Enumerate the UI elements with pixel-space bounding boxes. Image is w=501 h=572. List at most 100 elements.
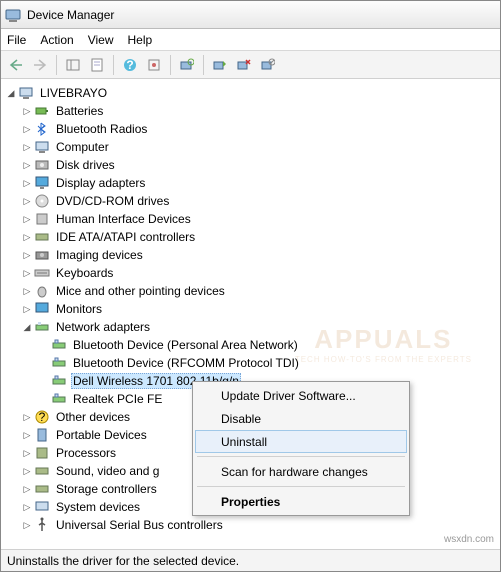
computer-icon — [18, 85, 34, 101]
tree-category-label: Universal Serial Bus controllers — [54, 518, 225, 532]
tree-category-label: IDE ATA/ATAPI controllers — [54, 230, 197, 244]
forward-button[interactable] — [29, 54, 51, 76]
tree-category[interactable]: ▷ Batteries — [3, 102, 498, 120]
menu-file[interactable]: File — [7, 33, 26, 47]
toolbar-separator — [56, 55, 57, 75]
tree-category-label: Display adapters — [54, 176, 147, 190]
action-button[interactable] — [143, 54, 165, 76]
tree-category-label: Keyboards — [54, 266, 115, 280]
menu-item-label: Uninstall — [221, 435, 267, 449]
menu-item-label: Properties — [221, 495, 280, 509]
expand-icon[interactable]: ▷ — [21, 501, 33, 513]
tree-category-label: Computer — [54, 140, 111, 154]
tree-category[interactable]: ▷ Imaging devices — [3, 246, 498, 264]
menu-item-label: Scan for hardware changes — [221, 465, 368, 479]
category-icon — [34, 283, 50, 299]
category-icon — [34, 301, 50, 317]
titlebar: Device Manager — [1, 1, 500, 29]
expand-icon[interactable]: ▷ — [21, 159, 33, 171]
menubar: File Action View Help — [1, 29, 500, 51]
toolbar-separator — [203, 55, 204, 75]
disable-button[interactable] — [257, 54, 279, 76]
expand-icon[interactable]: ▷ — [21, 465, 33, 477]
menu-disable[interactable]: Disable — [195, 407, 407, 430]
statusbar: Uninstalls the driver for the selected d… — [1, 549, 500, 571]
tree-category[interactable]: ▷ Universal Serial Bus controllers — [3, 516, 498, 534]
tree-category[interactable]: ▷ Computer — [3, 138, 498, 156]
expand-icon[interactable]: ▷ — [21, 303, 33, 315]
tree-root[interactable]: ◢ LIVEBRAYO — [3, 84, 498, 102]
back-button[interactable] — [5, 54, 27, 76]
expand-icon[interactable]: ▷ — [21, 231, 33, 243]
menu-view[interactable]: View — [88, 33, 114, 47]
collapse-icon[interactable]: ◢ — [21, 321, 33, 333]
category-icon: ? — [34, 409, 50, 425]
svg-text:?: ? — [39, 410, 46, 424]
tree-category[interactable]: ▷ Keyboards — [3, 264, 498, 282]
tree-category-label: Imaging devices — [54, 248, 145, 262]
menu-update-driver[interactable]: Update Driver Software... — [195, 384, 407, 407]
category-icon — [34, 247, 50, 263]
category-icon — [34, 229, 50, 245]
window-title: Device Manager — [27, 8, 496, 22]
tree-device-label: Bluetooth Device (Personal Area Network) — [71, 338, 300, 352]
scan-hardware-button[interactable] — [176, 54, 198, 76]
tree-category-label: Other devices — [54, 410, 132, 424]
tree-category[interactable]: ▷ DVD/CD-ROM drives — [3, 192, 498, 210]
expand-icon[interactable]: ▷ — [21, 249, 33, 261]
toolbar: ? — [1, 51, 500, 79]
expand-icon[interactable]: ▷ — [21, 429, 33, 441]
tree-device[interactable]: Bluetooth Device (Personal Area Network) — [3, 336, 498, 354]
tree-device-label: Realtek PCIe FE — [71, 392, 164, 406]
tree-category[interactable]: ▷ Display adapters — [3, 174, 498, 192]
expand-icon[interactable]: ▷ — [21, 483, 33, 495]
show-hide-tree-button[interactable] — [62, 54, 84, 76]
tree-category-label: Batteries — [54, 104, 105, 118]
tree-category[interactable]: ◢ Network adapters — [3, 318, 498, 336]
category-icon — [34, 139, 50, 155]
tree-root-label: LIVEBRAYO — [38, 86, 109, 100]
expand-icon[interactable]: ▷ — [21, 411, 33, 423]
expand-icon[interactable]: ▷ — [21, 447, 33, 459]
category-icon — [34, 193, 50, 209]
expand-icon[interactable]: ▷ — [21, 123, 33, 135]
tree-category[interactable]: ▷ Bluetooth Radios — [3, 120, 498, 138]
expand-icon[interactable]: ▷ — [21, 105, 33, 117]
tree-category[interactable]: ▷ Disk drives — [3, 156, 498, 174]
category-icon — [34, 103, 50, 119]
expand-icon[interactable]: ▷ — [21, 195, 33, 207]
collapse-icon[interactable]: ◢ — [5, 87, 17, 99]
menu-separator — [197, 486, 405, 487]
update-driver-button[interactable] — [209, 54, 231, 76]
tree-category[interactable]: ▷ IDE ATA/ATAPI controllers — [3, 228, 498, 246]
help-button[interactable]: ? — [119, 54, 141, 76]
expand-icon[interactable]: ▷ — [21, 141, 33, 153]
expand-icon[interactable]: ▷ — [21, 177, 33, 189]
tree-category-label: Bluetooth Radios — [54, 122, 149, 136]
tree-category[interactable]: ▷ Monitors — [3, 300, 498, 318]
tree-category-label: Sound, video and g — [54, 464, 161, 478]
expand-icon[interactable]: ▷ — [21, 285, 33, 297]
expand-icon[interactable]: ▷ — [21, 213, 33, 225]
expand-icon[interactable]: ▷ — [21, 267, 33, 279]
tree-category[interactable]: ▷ Human Interface Devices — [3, 210, 498, 228]
uninstall-button[interactable] — [233, 54, 255, 76]
category-icon — [34, 319, 50, 335]
menu-action[interactable]: Action — [40, 33, 73, 47]
menu-item-label: Update Driver Software... — [221, 389, 356, 403]
svg-text:?: ? — [126, 58, 133, 72]
context-menu: Update Driver Software... Disable Uninst… — [192, 381, 410, 516]
expand-icon[interactable]: ▷ — [21, 519, 33, 531]
tree-category[interactable]: ▷ Mice and other pointing devices — [3, 282, 498, 300]
menu-item-label: Disable — [221, 412, 261, 426]
menu-uninstall[interactable]: Uninstall — [195, 430, 407, 453]
menu-scan-hardware[interactable]: Scan for hardware changes — [195, 460, 407, 483]
menu-help[interactable]: Help — [128, 33, 153, 47]
category-icon — [34, 121, 50, 137]
properties-button[interactable] — [86, 54, 108, 76]
tree-category-label: System devices — [54, 500, 142, 514]
menu-properties[interactable]: Properties — [195, 490, 407, 513]
tree-device[interactable]: Bluetooth Device (RFCOMM Protocol TDI) — [3, 354, 498, 372]
category-icon — [34, 211, 50, 227]
toolbar-separator — [170, 55, 171, 75]
